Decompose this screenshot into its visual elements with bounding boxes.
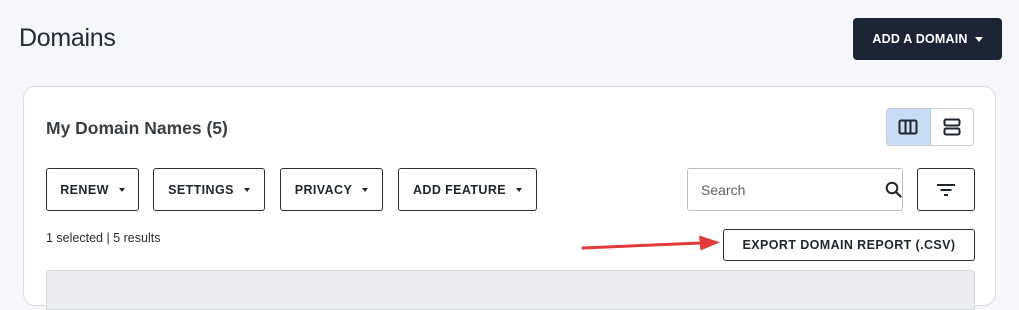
table-header	[46, 270, 975, 310]
card-title: My Domain Names (5)	[46, 118, 228, 138]
settings-label: SETTINGS	[168, 182, 234, 197]
settings-button[interactable]: SETTINGS	[153, 168, 265, 211]
search-input[interactable]	[688, 168, 884, 211]
search-box	[687, 168, 903, 211]
search-icon	[885, 181, 902, 198]
add-domain-label: ADD A DOMAIN	[872, 32, 968, 46]
page-title: Domains	[19, 24, 116, 52]
results-count: 5 results	[113, 231, 161, 245]
privacy-label: PRIVACY	[294, 182, 353, 197]
add-feature-label: ADD FEATURE	[412, 182, 507, 197]
export-label: EXPORT DOMAIN REPORT (.CSV)	[742, 238, 956, 252]
selected-count: 1 selected	[46, 231, 103, 245]
caret-down-icon	[362, 187, 369, 192]
columns-view-icon	[898, 119, 918, 135]
rows-view-button[interactable]	[931, 109, 974, 145]
caret-down-icon	[974, 36, 983, 42]
add-domain-button[interactable]: ADD A DOMAIN	[853, 18, 1002, 60]
renew-label: RENEW	[60, 182, 109, 197]
annotation-arrow-icon	[581, 235, 720, 251]
export-domain-report-button[interactable]: EXPORT DOMAIN REPORT (.CSV)	[723, 229, 975, 261]
caret-down-icon	[243, 187, 250, 192]
view-toggle	[886, 108, 974, 146]
filter-icon	[937, 183, 955, 196]
filter-button[interactable]	[917, 168, 975, 211]
caret-down-icon	[516, 187, 523, 192]
search-button[interactable]	[884, 169, 902, 210]
columns-view-button[interactable]	[887, 109, 931, 145]
add-feature-button[interactable]: ADD FEATURE	[398, 168, 537, 211]
domain-list-card: My Domain Names (5) RENEW SETTINGS PRIVA…	[23, 86, 996, 310]
renew-button[interactable]: RENEW	[46, 168, 139, 211]
results-summary: 1 selected | 5 results	[46, 231, 160, 245]
results-separator: |	[106, 231, 110, 245]
privacy-button[interactable]: PRIVACY	[280, 168, 383, 211]
rows-view-icon	[943, 118, 961, 136]
caret-down-icon	[118, 187, 125, 192]
